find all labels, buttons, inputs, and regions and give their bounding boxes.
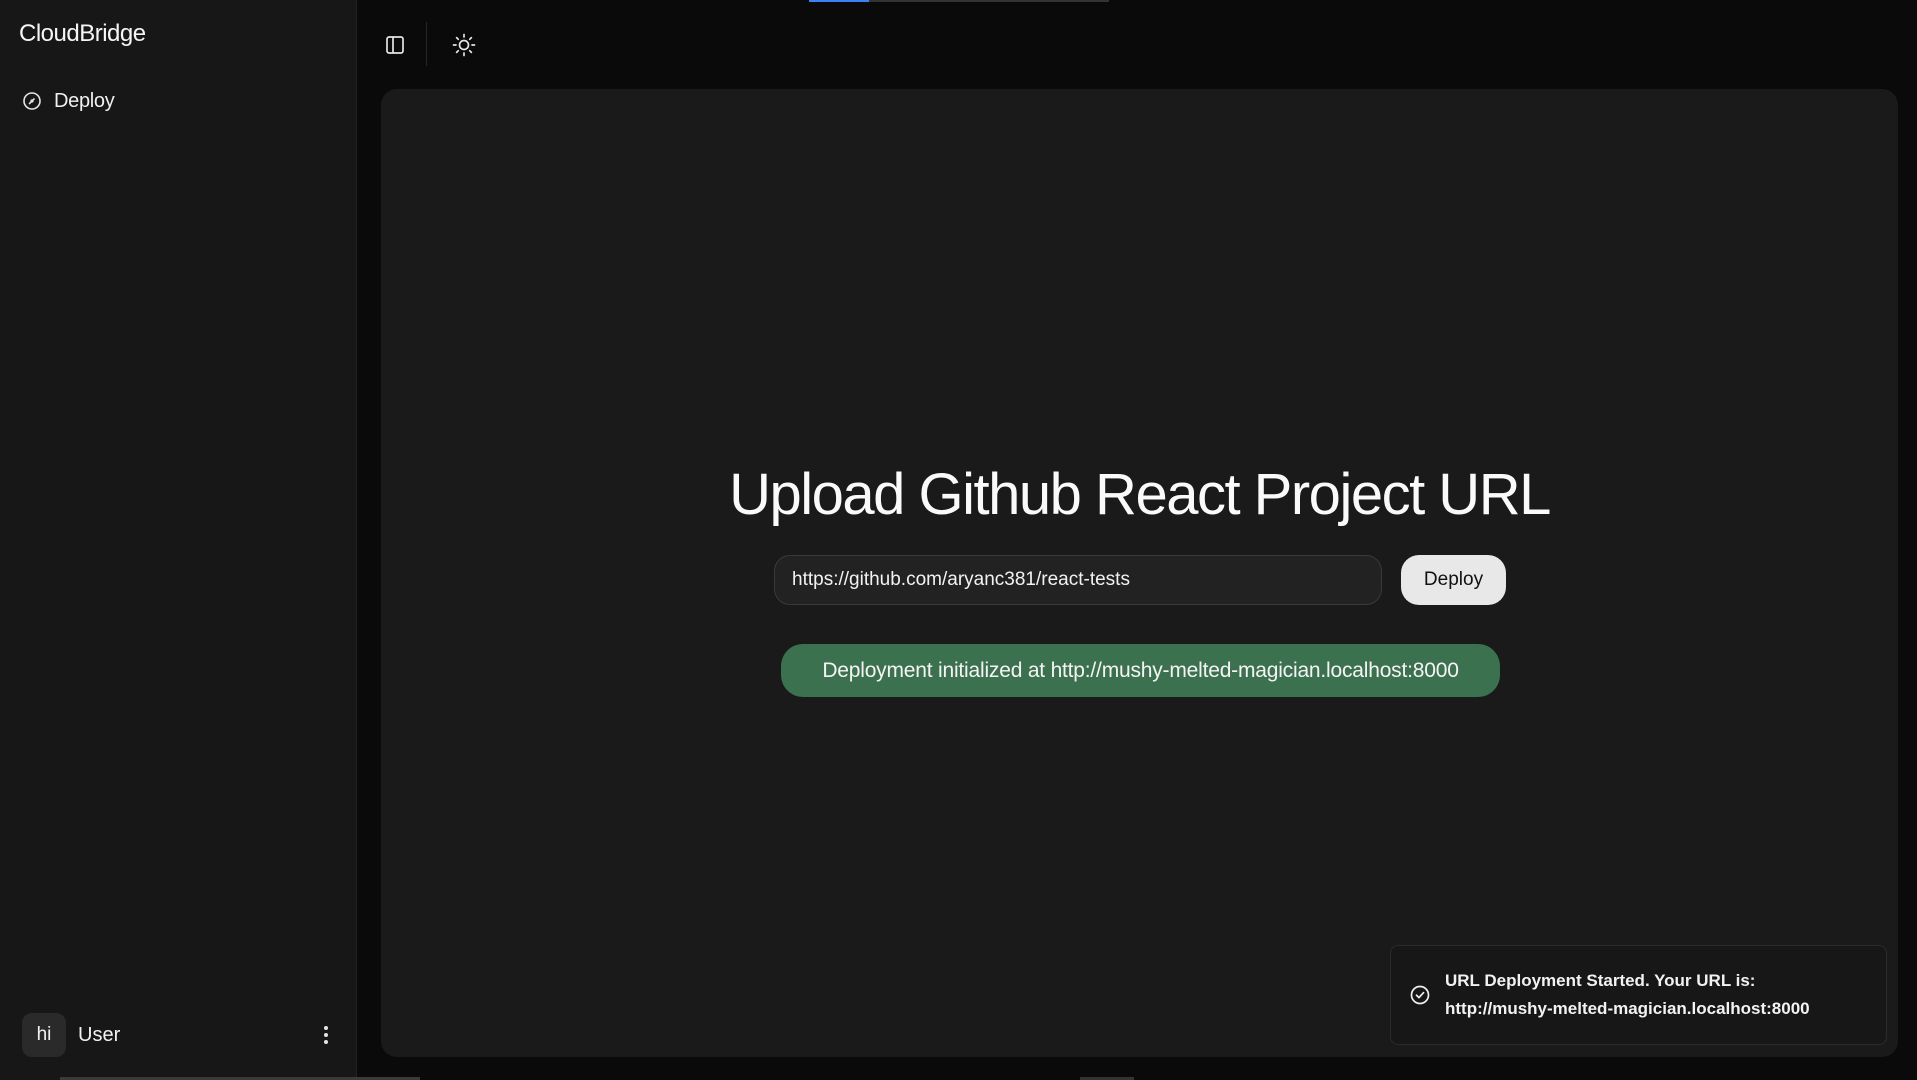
user-menu[interactable]: hi User [22,1012,342,1058]
toast-notification: URL Deployment Started. Your URL is: htt… [1390,945,1887,1045]
theme-toggle-button[interactable] [446,27,482,63]
page-title: Upload Github React Project URL [729,462,1551,527]
loading-bar [809,0,1109,2]
avatar: hi [22,1013,66,1057]
topbar-divider [426,22,427,66]
top-bar [357,0,1917,88]
github-url-input[interactable] [774,555,1382,605]
sidebar-item-deploy[interactable]: Deploy [14,84,344,118]
brand-name: CloudBridge [19,20,146,47]
deployment-status-message: Deployment initialized at http://mushy-m… [781,644,1500,697]
sidebar-item-label: Deploy [54,89,115,112]
sidebar: CloudBridge Deploy hi User [0,0,420,1080]
gauge-icon [22,91,42,111]
more-options-button[interactable] [310,1019,342,1051]
user-name: User [78,1023,121,1046]
sidebar-toggle-icon [386,36,404,54]
app-root: CloudBridge Deploy hi User Upload Github… [0,0,1917,1080]
toast-line-1: URL Deployment Started. Your URL is: [1445,971,1756,990]
check-circle-icon [1409,984,1431,1006]
deploy-button[interactable]: Deploy [1401,555,1506,605]
toast-line-2: http://mushy-melted-magician.localhost:8… [1445,999,1810,1018]
toast-text: URL Deployment Started. Your URL is: htt… [1445,967,1810,1023]
more-vertical-icon [324,1026,328,1044]
main-panel: Upload Github React Project URL Deploy D… [381,89,1898,1057]
sidebar-toggle-button[interactable] [377,27,413,63]
sun-icon [452,33,476,57]
